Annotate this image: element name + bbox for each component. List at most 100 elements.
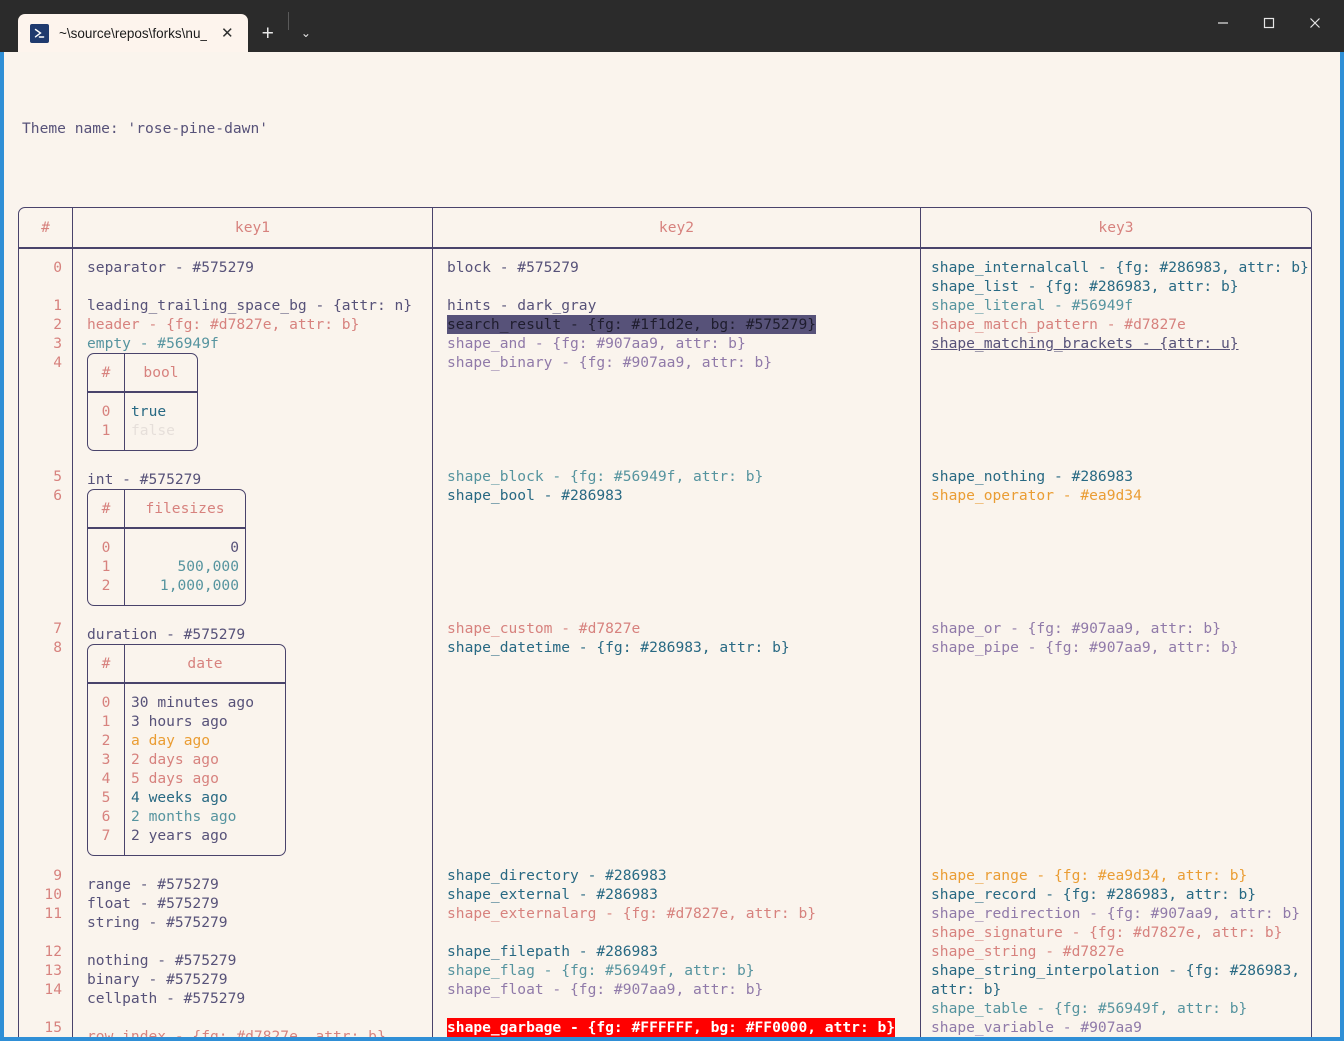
output-line: shape_match_pattern - #d7827e bbox=[931, 316, 1186, 333]
subtable-row-index: 7 bbox=[101, 827, 111, 844]
subtable-cell: 500,000 bbox=[177, 558, 239, 575]
output-line: empty - #56949f bbox=[87, 335, 219, 352]
row-index bbox=[19, 448, 72, 467]
output-line: shape_matching_brackets - {attr: u} bbox=[931, 335, 1239, 352]
output-line: shape_binary - {fg: #907aa9, attr: b} bbox=[447, 354, 773, 371]
row-index: 6 bbox=[53, 487, 62, 504]
header-key2: key2 bbox=[433, 208, 921, 247]
subtable-row-index: 5 bbox=[101, 789, 111, 806]
subtable-date: # date 0 1 2 3 4 5 6 7 30 minutes ago 3 hours ago a … bbox=[87, 644, 286, 856]
row-index bbox=[19, 581, 72, 600]
row-index bbox=[19, 847, 72, 866]
output-line: shape_float - {fg: #907aa9, attr: b} bbox=[447, 981, 764, 998]
output-line: shape_globpattern - {fg: #286983, attr: … bbox=[433, 1037, 920, 1041]
row-index bbox=[19, 505, 72, 524]
close-button[interactable] bbox=[1292, 0, 1338, 45]
new-tab-button[interactable]: + bbox=[248, 14, 288, 52]
row-index: 14 bbox=[44, 981, 62, 998]
subtable-index-column: 0 1 2 bbox=[88, 529, 125, 605]
subtable-cell: a day ago bbox=[131, 732, 211, 749]
header-index: # bbox=[19, 208, 73, 247]
output-line: shape_garbage - {fg: #FFFFFF, bg: #FF000… bbox=[447, 1018, 896, 1037]
close-icon[interactable]: ✕ bbox=[217, 24, 238, 43]
row-index bbox=[19, 828, 72, 847]
maximize-button[interactable] bbox=[1246, 0, 1292, 45]
row-index bbox=[19, 771, 72, 790]
row-index bbox=[19, 714, 72, 733]
row-index: 5 bbox=[53, 468, 62, 485]
row-index bbox=[19, 752, 72, 771]
row-index bbox=[19, 562, 72, 581]
row-index: 16 bbox=[19, 1037, 72, 1041]
output-line: range - #575279 bbox=[87, 876, 219, 893]
output-line: leading_trailing_space_bg - {attr: n} bbox=[87, 297, 413, 314]
output-line: shape_flag - {fg: #56949f, attr: b} bbox=[447, 962, 755, 979]
key2-column: block - #575279 hints - dark_gray search_… bbox=[433, 249, 921, 1041]
output-line: shape_range - {fg: #ea9d34, attr: b} bbox=[931, 867, 1248, 884]
output-line: float - #575279 bbox=[87, 895, 219, 912]
row-index: 2 bbox=[53, 316, 62, 333]
row-index: 3 bbox=[53, 335, 62, 352]
output-line: separator - #575279 bbox=[87, 259, 254, 276]
subtable-cell: 1,000,000 bbox=[159, 577, 239, 594]
subtable-cell: 3 hours ago bbox=[131, 713, 228, 730]
terminal-viewport[interactable]: Theme name: 'rose-pine-dawn' # key1 key2… bbox=[0, 52, 1344, 1041]
output-line: shape_list - {fg: #286983, attr: b} bbox=[931, 278, 1239, 295]
row-index bbox=[19, 923, 72, 942]
subtable-row-index: 2 bbox=[101, 577, 111, 594]
chevron-down-icon[interactable]: ⌄ bbox=[289, 14, 323, 52]
subtable-filesizes: # filesizes 0 1 2 0 500,000 1,000,000 bbox=[87, 489, 246, 606]
key3-column: shape_internalcall - {fg: #286983, attr:… bbox=[921, 249, 1311, 1041]
row-index: 11 bbox=[44, 905, 62, 922]
subtable-cell: 2 years ago bbox=[131, 827, 228, 844]
row-index bbox=[19, 372, 72, 391]
subtable-row-index: 0 bbox=[101, 694, 111, 711]
row-index: 8 bbox=[53, 639, 62, 656]
output-line: row_index - {fg: #d7827e, attr: b} bbox=[87, 1028, 386, 1041]
minimize-button[interactable] bbox=[1200, 0, 1246, 45]
terminal-output: Theme name: 'rose-pine-dawn' # key1 key2… bbox=[4, 52, 1340, 1037]
subtable-row-index: 3 bbox=[101, 751, 111, 768]
output-line: shape_operator - #ea9d34 bbox=[931, 487, 1142, 504]
output-line: header - {fg: #d7827e, attr: b} bbox=[87, 316, 360, 333]
output-line: search_result - {fg: #1f1d2e, bg: #57527… bbox=[433, 315, 920, 334]
row-index: 12 bbox=[44, 943, 62, 960]
output-line: nothing - #575279 bbox=[87, 952, 237, 969]
row-index bbox=[19, 429, 72, 448]
output-line: shape_signature - {fg: #d7827e, attr: b} bbox=[931, 924, 1283, 941]
tab-active[interactable]: ~\source\repos\forks\nu_scrip ✕ bbox=[18, 14, 248, 52]
tab-strip: ~\source\repos\forks\nu_scrip ✕ + ⌄ bbox=[0, 0, 323, 52]
output-line: shape_literal - #56949f bbox=[931, 297, 1134, 314]
row-index: 1 bbox=[53, 297, 62, 314]
row-index: 9 bbox=[53, 867, 62, 884]
main-table: # key1 key2 key3 0 1234 56 78 9 10 11 12 13… bbox=[18, 207, 1312, 1041]
output-line: shape_variable - #907aa9 bbox=[931, 1019, 1142, 1036]
